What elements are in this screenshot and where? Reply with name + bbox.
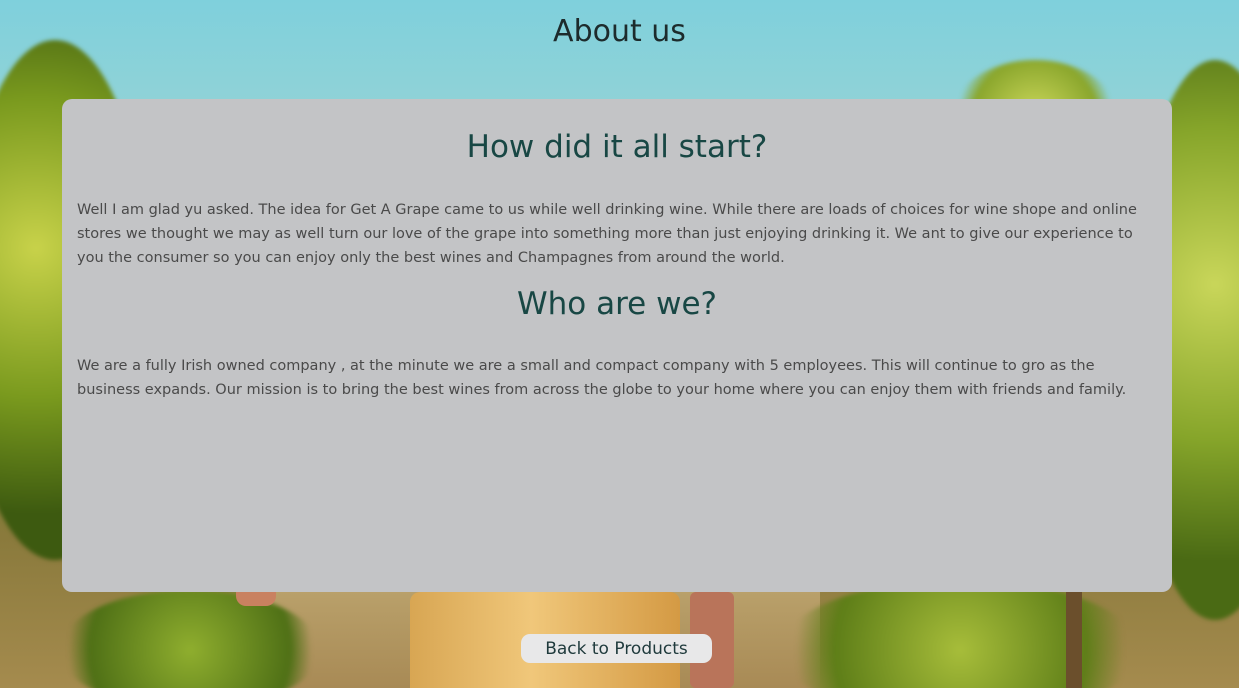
section-text-who-are-we: We are a fully Irish owned company , at … [77,358,1127,398]
grapevine-bottom-right [780,580,1140,688]
section-heading-how-it-started: How did it all start? [466,129,768,165]
about-content-card: How did it all start? Well I am glad yu … [62,99,1172,592]
section-text-how-it-started: Well I am glad yu asked. The idea for Ge… [77,202,1137,266]
page-title: About us [553,14,686,49]
section-heading-who-are-we: Who are we? [517,286,717,322]
back-to-products-button[interactable]: Back to Products [521,634,712,663]
person-arm-left [236,592,276,606]
vineyard-post [1066,590,1082,688]
